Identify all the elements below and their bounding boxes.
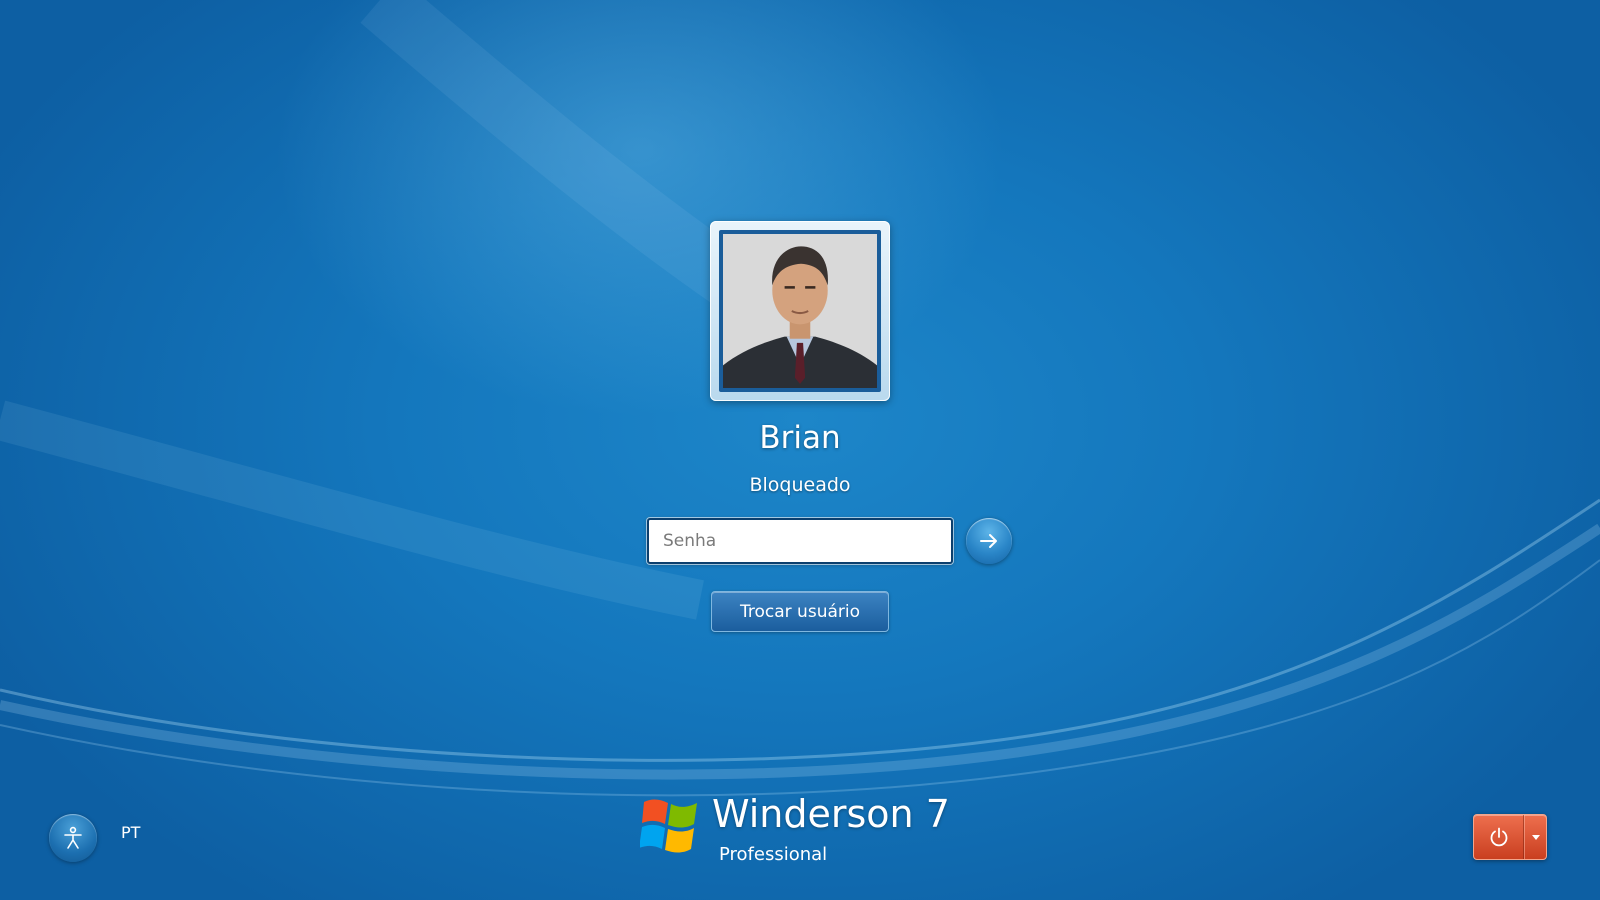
power-icon [1490,827,1507,847]
login-panel: Brian Bloqueado Trocar usuário [0,0,1600,900]
arrow-right-icon [980,534,997,548]
person-portrait-icon [723,234,877,388]
windows-flag-logo-icon [640,799,697,853]
triangle-down-icon [1531,835,1540,840]
submit-login-button[interactable] [966,518,1012,564]
power-button-group [1473,814,1547,860]
language-indicator[interactable]: PT [121,823,140,842]
product-edition: Professional [719,844,828,865]
shutdown-button[interactable] [1474,815,1524,859]
avatar-photo [719,230,881,392]
switch-user-button[interactable]: Trocar usuário [711,591,889,632]
shutdown-options-button[interactable] [1524,815,1546,859]
ease-of-access-icon [64,826,82,849]
password-input[interactable] [647,518,953,564]
ease-of-access-button[interactable] [49,814,97,862]
product-branding: Winderson 7 Professional [640,792,970,872]
user-avatar [710,221,890,401]
user-name: Brian [759,420,841,456]
user-status: Bloqueado [749,474,851,496]
product-name: Winderson 7 [712,792,950,836]
